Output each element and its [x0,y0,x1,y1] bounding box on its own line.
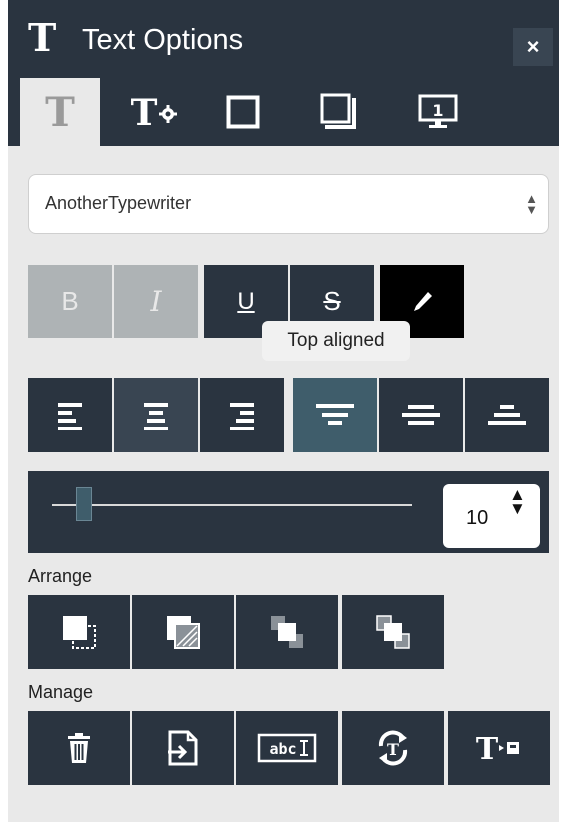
square-outline-icon [226,95,260,129]
svg-text:T: T [387,740,399,759]
tab-border[interactable] [208,78,278,146]
close-icon: × [526,34,540,59]
rotate-text-button[interactable]: T [342,711,444,785]
align-bottom-icon [488,405,526,425]
svg-text:T: T [131,92,158,132]
tab-bar: T T 1 [8,78,559,146]
bring-forward-button[interactable] [236,595,338,669]
svg-text:T: T [476,732,499,765]
font-size-control: 10 ▲ ▼ [28,471,549,553]
text-gear-icon: T [131,92,177,132]
send-backward-icon [376,615,410,649]
bold-label: B [61,286,79,316]
delete-button[interactable] [28,711,130,785]
rotate-text-icon: T [378,730,408,766]
tab-shadow[interactable] [304,78,374,146]
bring-to-front-icon [63,616,96,649]
font-family-value: AnotherTypewriter [45,193,192,213]
align-center-button[interactable] [114,378,198,452]
text-to-image-icon: T [476,732,519,765]
italic-label: I [150,285,162,318]
align-center-icon [144,403,168,430]
text-field-icon: abc [257,733,317,763]
align-top-icon [316,404,354,425]
send-to-back-button[interactable] [132,595,234,669]
font-family-select[interactable]: AnotherTypewriter ▲ ▼ [28,174,549,234]
italic-button[interactable]: I [114,265,198,338]
shadow-square-icon [320,93,356,129]
manage-label: Manage [28,682,94,702]
send-backward-button[interactable] [342,595,444,669]
text-to-image-button[interactable]: T [448,711,550,785]
font-size-slider-thumb[interactable] [76,487,93,521]
align-right-button[interactable] [200,378,284,452]
align-bottom-button[interactable] [465,378,549,452]
svg-text:1: 1 [432,101,443,120]
font-size-value: 10 [466,507,489,529]
align-middle-icon [402,405,440,425]
bold-button[interactable]: B [28,265,112,338]
font-size-slider-track[interactable] [52,504,412,506]
svg-text:abc: abc [269,740,296,758]
export-button[interactable] [132,711,234,785]
trash-icon [68,733,90,763]
strikethrough-label: S [323,286,341,316]
panel-header: T Text Options × [8,0,559,78]
select-arrows-icon: ▲ ▼ [525,191,538,217]
arrange-label: Arrange [28,566,93,586]
svg-text:T: T [45,92,75,132]
eyedropper-icon [414,291,432,311]
export-icon [168,730,198,766]
align-left-button[interactable] [28,378,112,452]
tab-display[interactable]: 1 [398,78,478,146]
tab-text[interactable]: T [20,78,100,146]
text-field-button[interactable]: abc [236,711,338,785]
align-right-icon [230,403,254,430]
spinner-arrows-icon[interactable]: ▲ ▼ [509,486,526,517]
font-size-input[interactable]: 10 ▲ ▼ [443,484,540,548]
align-top-button[interactable] [293,378,377,452]
bring-forward-icon [271,616,303,648]
close-button[interactable]: × [513,28,553,66]
underline-label: U [237,287,255,315]
send-to-back-icon [167,616,200,649]
align-left-icon [58,403,82,430]
tooltip: Top aligned [262,321,410,361]
text-options-panel: T Text Options × T T 1 AnotherTypewriter… [8,0,559,822]
monitor-1-icon: 1 [418,94,458,128]
tab-text-settings[interactable]: T [114,78,194,146]
align-middle-button[interactable] [379,378,463,452]
tooltip-text: Top aligned [287,330,385,351]
bring-to-front-button[interactable] [28,595,130,669]
panel-title: Text Options [82,24,244,56]
text-T-icon: T [28,15,57,60]
text-T-icon: T [45,92,75,132]
